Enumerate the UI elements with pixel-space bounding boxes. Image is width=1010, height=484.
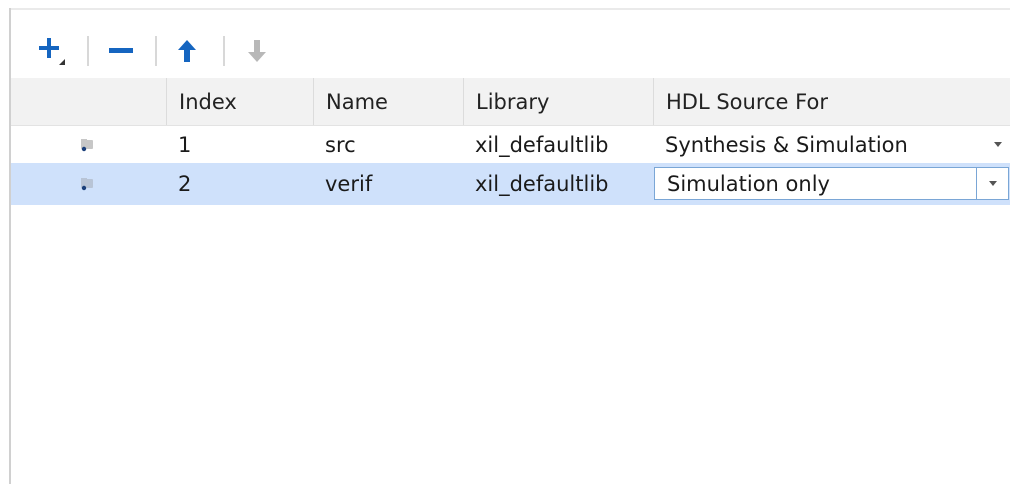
chevron-down-icon — [988, 181, 997, 186]
header-index[interactable]: Index — [166, 78, 313, 125]
chevron-down-icon[interactable] — [994, 142, 1002, 147]
move-up-button[interactable] — [167, 24, 207, 78]
move-down-button[interactable] — [237, 24, 277, 78]
cell-index: 2 — [178, 172, 192, 196]
header-library[interactable]: Library — [463, 78, 653, 125]
dropdown-toggle-button[interactable] — [976, 168, 1008, 199]
hdl-source-for-dropdown[interactable]: Simulation only — [654, 167, 1009, 200]
cell-hdl-source-for[interactable]: Synthesis & Simulation — [653, 126, 1010, 163]
arrow-down-icon — [248, 40, 266, 62]
panel-top-border — [9, 8, 1010, 10]
header-name[interactable]: Name — [313, 78, 463, 125]
header-hdl-source-for[interactable]: HDL Source For — [653, 78, 1010, 125]
header-icon-column — [11, 78, 166, 125]
hdl-source-for-selected: Simulation only — [667, 171, 830, 196]
minus-icon — [109, 48, 133, 53]
table-row-selected[interactable]: 2 verif xil_defaultlib Simulation only — [11, 163, 1010, 205]
remove-button[interactable] — [99, 24, 143, 78]
source-directories-panel: Index Name Library HDL Source For 1 src … — [0, 0, 1010, 484]
row-icon-cell — [11, 126, 165, 163]
hdl-source-for-value: Synthesis & Simulation — [665, 132, 908, 157]
table-header-row: Index Name Library HDL Source For — [11, 78, 1010, 126]
cell-library[interactable]: xil_defaultlib — [463, 126, 653, 163]
cell-library[interactable]: xil_defaultlib — [463, 163, 653, 205]
cell-name: src — [325, 132, 356, 157]
folder-icon — [81, 138, 93, 151]
cell-index: 1 — [178, 132, 192, 157]
arrow-up-icon — [178, 40, 196, 62]
toolbar-separator — [155, 36, 157, 66]
toolbar-separator — [223, 36, 225, 66]
table-row[interactable]: 1 src xil_defaultlib Synthesis & Simulat… — [11, 126, 1010, 163]
toolbar-separator — [87, 36, 89, 66]
plus-icon — [39, 38, 65, 65]
row-icon-cell — [11, 163, 165, 205]
add-button[interactable] — [29, 24, 73, 78]
folder-icon — [81, 178, 93, 191]
cell-name: verif — [325, 172, 373, 196]
toolbar — [11, 24, 1010, 78]
